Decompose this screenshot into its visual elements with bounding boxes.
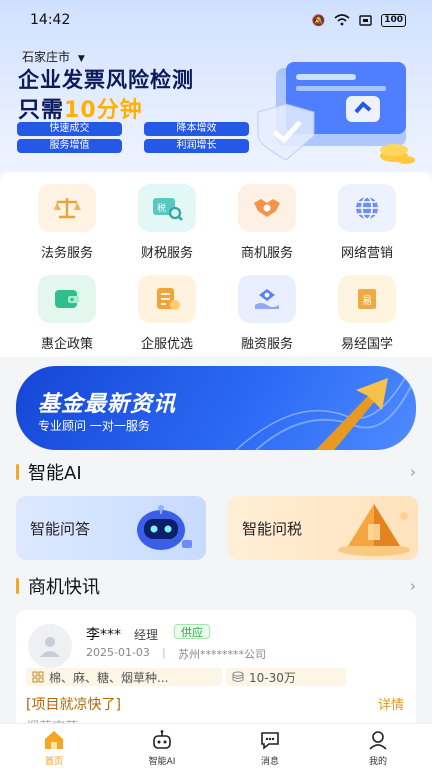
service-item-legal[interactable]: 法务服务 xyxy=(17,174,117,262)
city-label[interactable]: 石家庄市 xyxy=(22,50,70,64)
status-icons: 🔕 100 xyxy=(311,13,406,27)
handshake-icon xyxy=(238,184,296,232)
hero-tag: 快速成交 xyxy=(17,122,122,136)
company-name: 苏州********公司 xyxy=(178,648,266,661)
user-icon xyxy=(369,731,387,750)
tax-search-icon: 税 xyxy=(138,184,196,232)
hero-subtitle-prefix: 只需 xyxy=(18,98,65,123)
hero-tag: 服务增值 xyxy=(17,139,122,153)
contact-name: 李*** xyxy=(86,627,121,643)
coins-icon xyxy=(232,671,244,682)
contact-role: 经理 xyxy=(134,628,159,642)
bottom-tab-bar: 首页 智能AI 消息 我的 xyxy=(0,723,432,768)
money-hand-icon xyxy=(238,275,296,323)
price-text: 10-30万 xyxy=(249,670,296,685)
service-item-preferred[interactable]: 企服优选 xyxy=(117,265,217,353)
service-label: 财税服务 xyxy=(140,246,193,261)
service-item-tax[interactable]: 税 财税服务 xyxy=(117,174,217,262)
service-label: 易经国学 xyxy=(340,337,393,352)
robot-icon xyxy=(153,730,171,749)
news-headline[interactable]: [项目就凉快了] xyxy=(26,694,121,714)
service-label: 融资服务 xyxy=(240,337,293,352)
tab-ai[interactable]: 智能AI xyxy=(108,724,216,768)
mute-icon: 🔕 xyxy=(311,13,326,27)
city-selector[interactable]: 石家庄市 ▼ xyxy=(22,48,85,65)
book-icon: 易 xyxy=(338,275,396,323)
home-icon xyxy=(45,731,63,749)
tab-label: 我的 xyxy=(368,757,387,767)
ai-card-label: 智能问答 xyxy=(30,520,91,538)
service-label: 惠企政策 xyxy=(40,337,93,352)
products-text: 棉、麻、糖、烟草种... xyxy=(49,670,169,685)
wifi-icon xyxy=(334,14,350,26)
pyramid-icon xyxy=(338,504,410,556)
wallet-icon xyxy=(38,275,96,323)
hero-tags: 快速成交 降本增效 服务增值 利润增长 xyxy=(17,122,249,153)
hero-subtitle-accent: 10分钟 xyxy=(64,98,143,123)
ai-card-label: 智能问税 xyxy=(242,520,303,538)
document-icon xyxy=(138,275,196,323)
tab-profile[interactable]: 我的 xyxy=(324,724,432,768)
detail-link[interactable]: 详情 xyxy=(378,694,404,713)
grid-icon xyxy=(32,671,44,683)
user-avatar-icon xyxy=(40,637,60,657)
ai-section-header[interactable]: 智能AI › xyxy=(16,460,416,484)
globe-icon xyxy=(338,184,396,232)
news-card[interactable]: 李*** 经理 供应 2025-01-03 | 苏州********公司 棉、麻… xyxy=(16,610,416,740)
products-chip: 棉、麻、糖、烟草种... xyxy=(26,668,222,686)
chevron-right-icon[interactable]: › xyxy=(410,463,416,481)
section-title: 智能AI xyxy=(28,463,82,484)
ai-card-qa[interactable]: 智能问答 xyxy=(16,496,206,560)
supply-badge: 供应 xyxy=(174,624,210,639)
caret-down-icon[interactable]: ▼ xyxy=(78,54,85,64)
tab-label: 首页 xyxy=(44,757,63,767)
service-item-yijing[interactable]: 易 易经国学 xyxy=(317,265,417,353)
service-item-business[interactable]: 商机服务 xyxy=(217,174,317,262)
tab-home[interactable]: 首页 xyxy=(0,724,108,768)
hero-subtitle: 只需10分钟 xyxy=(18,92,143,124)
chevron-right-icon[interactable]: › xyxy=(410,577,416,595)
service-label: 商机服务 xyxy=(240,246,293,261)
service-label: 企服优选 xyxy=(140,337,193,352)
invoice-shield-illustration xyxy=(257,62,415,164)
svg-text:税: 税 xyxy=(157,202,166,214)
service-item-financing[interactable]: 融资服务 xyxy=(217,265,317,353)
news-section-header[interactable]: 商机快讯 › xyxy=(16,574,416,598)
divider: | xyxy=(162,646,166,659)
screen-icon xyxy=(359,14,372,26)
avatar xyxy=(28,624,72,668)
service-grid: 法务服务 税 财税服务 商机服务 网络营销 惠企政策 企服优选 融资服务 易 易… xyxy=(0,172,432,357)
service-item-marketing[interactable]: 网络营销 xyxy=(317,174,417,262)
chat-icon xyxy=(261,732,279,750)
tab-messages[interactable]: 消息 xyxy=(216,724,324,768)
robot-icon xyxy=(137,505,192,550)
status-bar: 14:42 🔕 100 xyxy=(0,0,432,40)
price-chip: 10-30万 xyxy=(226,668,346,686)
section-bar xyxy=(16,578,19,594)
fund-banner-subtitle: 专业顾问 一对一服务 xyxy=(38,419,150,433)
tab-label: 智能AI xyxy=(148,757,176,767)
scale-icon xyxy=(38,184,96,232)
service-item-policy[interactable]: 惠企政策 xyxy=(17,265,117,353)
section-bar xyxy=(16,464,19,480)
hero-tag: 利润增长 xyxy=(144,139,249,153)
fund-banner-title: 基金最新资讯 xyxy=(38,392,177,417)
news-date: 2025-01-03 xyxy=(86,646,150,659)
hero-title: 企业发票风险检测 xyxy=(18,68,194,92)
service-label: 网络营销 xyxy=(340,246,393,261)
section-title: 商机快讯 xyxy=(28,577,100,598)
hero-tag: 降本增效 xyxy=(144,122,249,136)
service-label: 法务服务 xyxy=(40,246,93,261)
status-time: 14:42 xyxy=(30,12,71,28)
svg-text:易: 易 xyxy=(362,295,372,307)
ai-card-tax[interactable]: 智能问税 xyxy=(228,496,418,560)
tab-label: 消息 xyxy=(260,757,279,767)
battery-icon: 100 xyxy=(381,13,406,27)
fund-news-banner[interactable]: 基金最新资讯 专业顾问 一对一服务 xyxy=(16,366,416,450)
